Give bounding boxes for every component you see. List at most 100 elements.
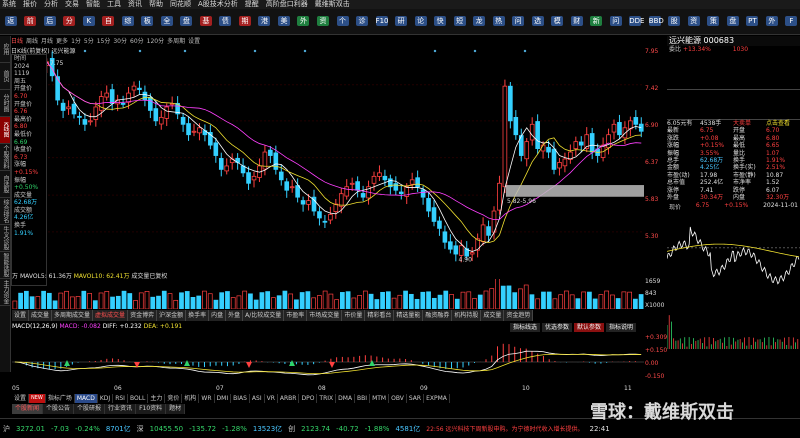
news-tab[interactable]: 个股研报 xyxy=(74,404,106,414)
news-tab[interactable]: F10资料 xyxy=(136,404,167,414)
menu-item[interactable]: 系统 xyxy=(0,0,16,9)
menu-item[interactable]: 交易 xyxy=(63,0,79,9)
menu-item[interactable]: 帮助 xyxy=(147,0,163,9)
period-tab[interactable]: 设置 xyxy=(188,37,200,47)
bottom-indicator-tab[interactable]: 设置 xyxy=(12,394,30,403)
bottom-indicator-tab[interactable]: ARBR xyxy=(278,394,300,403)
indicator-tab[interactable]: 精彩看台 xyxy=(365,310,395,321)
macd-option-button[interactable]: 优选参数 xyxy=(542,323,573,332)
bottom-indicator-tab[interactable]: 竞价 xyxy=(165,394,183,403)
period-tab[interactable]: 30分 xyxy=(113,37,127,47)
indicator-tab[interactable]: 内盘 xyxy=(209,310,227,321)
intraday-chart[interactable] xyxy=(666,211,800,351)
period-tab[interactable]: 60分 xyxy=(130,37,144,47)
bottom-indicator-tab[interactable]: OBV xyxy=(389,394,407,403)
toolbar-button[interactable]: 策 xyxy=(705,11,723,33)
news-tab[interactable]: 题材 xyxy=(166,404,186,414)
news-tab[interactable]: 个股公告 xyxy=(43,404,75,414)
indicator-tab[interactable]: 外盘 xyxy=(226,310,244,321)
toolbar-button[interactable]: 后 xyxy=(41,11,59,33)
left-nav-item[interactable]: 个股资料 xyxy=(0,144,10,171)
toolbar-button[interactable]: 资 xyxy=(314,11,332,33)
toolbar-button[interactable]: 前 xyxy=(22,11,40,33)
period-tab[interactable]: 5分 xyxy=(84,37,94,47)
menu-item[interactable]: 资讯 xyxy=(126,0,142,9)
bottom-indicator-tab[interactable]: RSI xyxy=(113,394,128,403)
toolbar-button[interactable]: 盘 xyxy=(724,11,742,33)
indicator-tab[interactable]: 沪深金额 xyxy=(157,310,187,321)
toolbar-button[interactable]: 外 xyxy=(763,11,781,33)
menu-item[interactable]: 报价 xyxy=(21,0,37,9)
indicator-tab[interactable]: 市价量 xyxy=(342,310,366,321)
toolbar-button[interactable]: BBD xyxy=(646,11,664,33)
toolbar-button[interactable]: 快 xyxy=(431,11,449,33)
menu-item[interactable]: 高阶盘口利器 xyxy=(264,0,308,9)
bottom-indicator-tab[interactable]: 主力 xyxy=(148,394,166,403)
left-nav-item[interactable]: 首页 xyxy=(0,63,10,90)
toolbar-button[interactable]: 龙 xyxy=(470,11,488,33)
toolbar-button[interactable]: 基 xyxy=(197,11,215,33)
menu-item[interactable]: 戴维斯双击 xyxy=(313,0,350,9)
indicator-tab[interactable]: 多周期成交量 xyxy=(52,310,94,321)
menu-item[interactable]: 分析 xyxy=(42,0,58,9)
toolbar-button[interactable]: 盘 xyxy=(178,11,196,33)
bottom-indicator-tab[interactable]: BBI xyxy=(355,394,371,403)
news-ticker[interactable]: 22:56 远兴科技下周新股申购。为宁德时代收入增长提供。 xyxy=(426,424,583,433)
toolbar-button[interactable]: 板 xyxy=(139,11,157,33)
kline-chart[interactable]: 7.75 4.90 5.82-5.96 xyxy=(44,48,644,270)
bottom-indicator-tab[interactable]: BIAS xyxy=(231,394,250,403)
toolbar-button[interactable]: 个 xyxy=(334,11,352,33)
toolbar-button[interactable]: 美 xyxy=(275,11,293,33)
macd-option-button[interactable]: 指标线选 xyxy=(510,323,541,332)
toolbar-button[interactable]: 热 xyxy=(490,11,508,33)
menu-item[interactable]: 智能 xyxy=(84,0,100,9)
volume-chart[interactable] xyxy=(12,279,644,309)
bottom-indicator-tab[interactable]: VR xyxy=(265,394,278,403)
menu-item[interactable]: A股技术分析 xyxy=(196,0,238,9)
period-tab[interactable]: 多周期 xyxy=(167,37,185,47)
toolbar-button[interactable]: F xyxy=(783,11,800,33)
toolbar-button[interactable]: 模 xyxy=(548,11,566,33)
toolbar-button[interactable]: 诊 xyxy=(353,11,371,33)
news-tab[interactable]: 行业资讯 xyxy=(105,404,137,414)
toolbar-button[interactable]: 问 xyxy=(509,11,527,33)
toolbar-button[interactable]: 返 xyxy=(2,11,20,33)
macd-option-button[interactable]: 指标说明 xyxy=(606,323,637,332)
bottom-indicator-tab[interactable]: EXPMA xyxy=(424,394,450,403)
left-nav-item[interactable]: K线图 xyxy=(0,117,10,144)
toolbar-button[interactable]: 港 xyxy=(256,11,274,33)
toolbar-button[interactable]: 论 xyxy=(412,11,430,33)
bottom-indicator-tab[interactable]: ASI xyxy=(250,394,265,403)
indicator-tab[interactable]: 设置 xyxy=(12,310,30,321)
toolbar-button[interactable]: PT xyxy=(744,11,762,33)
menu-item[interactable]: 提醒 xyxy=(243,0,259,9)
toolbar-button[interactable]: 自 xyxy=(100,11,118,33)
stats-head-cell[interactable]: 点击查看 xyxy=(766,120,799,127)
indicator-tab[interactable]: 虚拟成交量 xyxy=(93,310,129,321)
left-nav-item[interactable]: 综合排名 xyxy=(0,198,10,225)
bottom-indicator-tab[interactable]: MTM xyxy=(370,394,390,403)
indicator-tab[interactable]: 资金博弈 xyxy=(128,310,158,321)
bottom-indicator-tab[interactable]: DMI xyxy=(215,394,232,403)
toolbar-button[interactable]: 选 xyxy=(529,11,547,33)
toolbar-button[interactable]: 短 xyxy=(451,11,469,33)
bottom-indicator-tab[interactable]: NEW xyxy=(29,394,46,403)
bottom-indicator-tab[interactable]: TRIX xyxy=(317,394,337,403)
left-nav-item[interactable]: 牛叉诊股 xyxy=(0,225,10,252)
toolbar-button[interactable]: 分 xyxy=(61,11,79,33)
bottom-indicator-tab[interactable]: SAR xyxy=(407,394,425,403)
toolbar-button[interactable]: 股 xyxy=(666,11,684,33)
macd-option-button[interactable]: 默认参数 xyxy=(574,323,605,332)
bottom-indicator-tab[interactable]: DPO xyxy=(299,394,318,403)
menu-item[interactable]: 同花顺 xyxy=(168,0,191,9)
news-tab[interactable]: 个股新闻 xyxy=(12,404,44,414)
left-nav-item[interactable]: 自选股 xyxy=(0,171,10,198)
toolbar-button[interactable]: 财 xyxy=(568,11,586,33)
bottom-indicator-tab[interactable]: BOLL xyxy=(128,394,149,403)
toolbar-button[interactable]: 全 xyxy=(158,11,176,33)
indicator-tab[interactable]: 成交量 xyxy=(481,310,505,321)
toolbar-button[interactable]: 新 xyxy=(587,11,605,33)
toolbar-button[interactable]: DDE xyxy=(627,11,644,33)
bottom-indicator-tab[interactable]: KDJ xyxy=(98,394,114,403)
toolbar-button[interactable]: 问 xyxy=(607,11,625,33)
